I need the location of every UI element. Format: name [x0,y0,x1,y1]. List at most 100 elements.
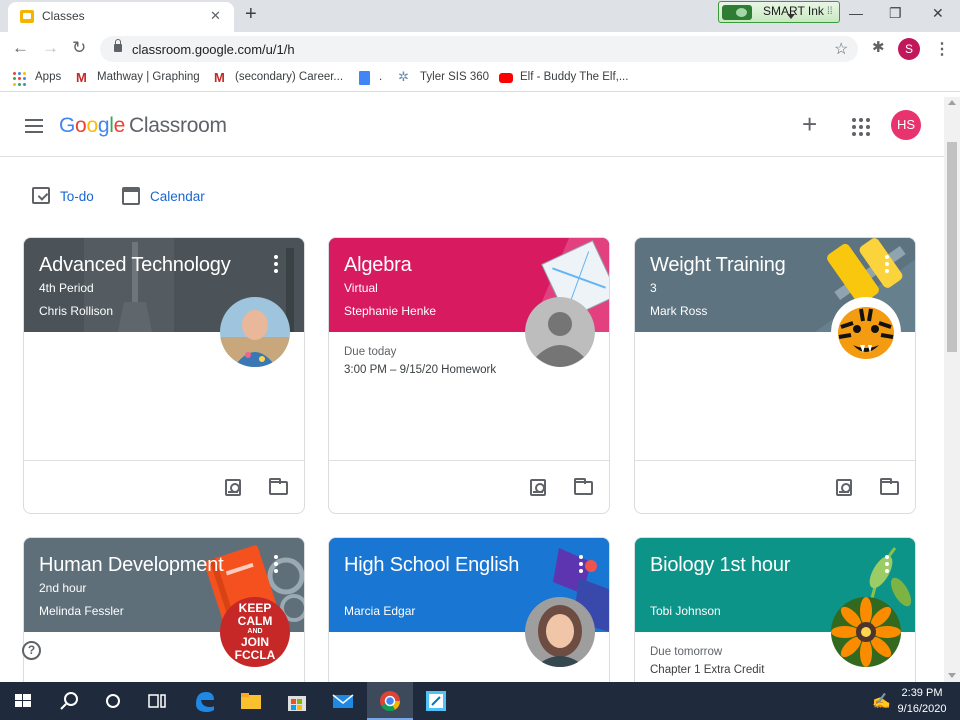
store-button[interactable] [274,682,320,720]
calendar-label: Calendar [150,189,205,204]
badge-line: CALM [237,614,273,628]
card-teacher[interactable]: Tobi Johnson [650,604,721,618]
card-options-icon[interactable] [579,555,583,576]
smart-ink-grip-icon[interactable]: ⁞⁞ [827,6,833,17]
card-title[interactable]: Weight Training [650,254,786,277]
card-teacher[interactable]: Marcia Edgar [344,604,415,618]
card-title[interactable]: Algebra [344,254,412,277]
forward-arrow-icon[interactable]: → [42,38,59,58]
new-tab-button[interactable]: + [245,4,257,24]
apps-grid-icon[interactable] [13,72,27,86]
card-options-icon[interactable] [885,555,889,576]
teacher-avatar [525,597,595,667]
your-work-icon[interactable] [836,479,852,496]
badge-line: FCCLA [234,648,276,662]
card-footer [635,460,915,513]
your-work-icon[interactable] [225,479,241,496]
browser-menu-icon[interactable]: ⋮ [934,39,950,59]
card-section: 3 [650,281,657,295]
card-teacher[interactable]: Mark Ross [650,304,707,318]
main-menu-icon[interactable] [25,119,43,133]
url-text[interactable]: classroom.google.com/u/1/h [132,42,295,57]
keep-calm-badge-avatar: KEEP CALM AND JOIN FCCLA [220,597,290,667]
class-drive-folder-icon[interactable] [574,478,593,495]
bookmark-star-icon[interactable]: ☆ [834,39,848,59]
scroll-down-arrow-icon[interactable] [948,673,956,678]
google-apps-icon[interactable] [852,118,870,136]
task-view-icon [148,694,166,708]
card-options-icon[interactable] [274,255,278,276]
bookmark-mathway[interactable]: Mathway | Graphing [97,71,200,83]
folder-icon [241,693,261,709]
card-teacher[interactable]: Stephanie Henke [344,304,436,318]
class-card-advanced-technology[interactable]: Advanced Technology 4th Period Chris Rol… [23,237,305,514]
class-card-weight-training[interactable]: Weight Training 3 Mark Ross [634,237,916,514]
card-section: Virtual [344,281,378,295]
bookmark-elf[interactable]: Elf - Buddy The Elf,... [520,71,628,83]
start-button[interactable] [0,682,46,720]
search-button[interactable] [46,682,92,720]
account-avatar[interactable]: HS [891,110,921,140]
card-footer [329,460,609,513]
edge-button[interactable] [182,682,228,720]
scroll-up-arrow-icon[interactable] [948,100,956,105]
address-bar[interactable]: classroom.google.com/u/1/h ☆ [100,36,858,62]
due-assignment-link[interactable]: 3:00 PM – 9/15/20 Homework [344,364,496,376]
notes-app-button[interactable] [413,682,459,720]
classroom-favicon-icon [20,10,34,23]
taskbar-clock[interactable]: 2:39 PM 9/16/2020 [888,685,956,717]
reload-icon[interactable]: ↻ [72,38,86,58]
class-card-human-development[interactable]: Human Development 2nd hour Melinda Fessl… [23,537,305,697]
browser-profile-avatar[interactable]: S [898,38,920,60]
card-teacher[interactable]: Chris Rollison [39,304,113,318]
card-title[interactable]: Biology 1st hour [650,554,790,577]
bookmark-tyler[interactable]: Tyler SIS 360 [420,71,489,83]
cortana-button[interactable] [90,682,136,720]
extensions-puzzle-icon[interactable]: ✱ [872,38,885,56]
smart-ink-dropdown-icon[interactable] [787,14,795,19]
card-teacher[interactable]: Melinda Fessler [39,604,124,618]
task-view-button[interactable] [134,682,180,720]
bookmark-apps[interactable]: Apps [35,71,61,83]
windows-taskbar: ✍ 2:39 PM 9/16/2020 [0,682,960,720]
browser-tab-classes[interactable]: Classes ✕ [8,2,234,32]
chrome-button[interactable] [367,682,413,720]
clock-time: 2:39 PM [901,687,943,699]
back-arrow-icon[interactable]: ← [12,38,29,58]
card-section: 4th Period [39,281,94,295]
page-scrollbar[interactable] [944,97,960,682]
card-title[interactable]: Advanced Technology [39,254,231,277]
class-drive-folder-icon[interactable] [269,478,288,495]
restore-window-icon[interactable]: ❐ [889,5,902,22]
windows-logo-icon [15,694,31,707]
file-explorer-button[interactable] [228,682,274,720]
card-options-icon[interactable] [885,255,889,276]
close-window-icon[interactable]: ✕ [932,5,944,22]
card-options-icon[interactable] [274,555,278,576]
scroll-thumb[interactable] [947,142,957,352]
cortana-icon [106,694,120,708]
due-assignment-link[interactable]: Chapter 1 Extra Credit [650,664,764,676]
class-card-algebra[interactable]: Algebra Virtual Stephanie Henke Due toda… [328,237,610,514]
your-work-icon[interactable] [530,479,546,496]
minimize-window-icon[interactable]: — [849,5,863,21]
bookmark-career[interactable]: (secondary) Career... [235,71,343,83]
create-join-class-icon[interactable]: + [802,111,817,137]
mail-button[interactable] [320,682,366,720]
class-card-high-school-english[interactable]: High School English Marcia Edgar [328,537,610,697]
card-title[interactable]: High School English [344,554,519,577]
gmail-icon: M [214,70,225,85]
class-card-biology-1st-hour[interactable]: Biology 1st hour Tobi Johnson Due tomorr… [634,537,916,697]
google-classroom-logo[interactable]: Google Classroom [59,114,227,138]
class-drive-folder-icon[interactable] [880,478,899,495]
smart-ink-logo-icon [722,5,752,20]
tab-close-icon[interactable]: ✕ [210,8,221,24]
smart-ink-toolbar[interactable]: SMART Ink ⁞⁞ [718,1,840,23]
teacher-avatar [220,297,290,367]
card-footer [24,460,304,513]
bookmark-docs[interactable]: . [379,71,382,83]
card-title[interactable]: Human Development [39,554,224,577]
todo-label: To-do [60,189,94,204]
lock-icon[interactable] [114,39,122,52]
help-icon[interactable]: ? [22,641,41,660]
